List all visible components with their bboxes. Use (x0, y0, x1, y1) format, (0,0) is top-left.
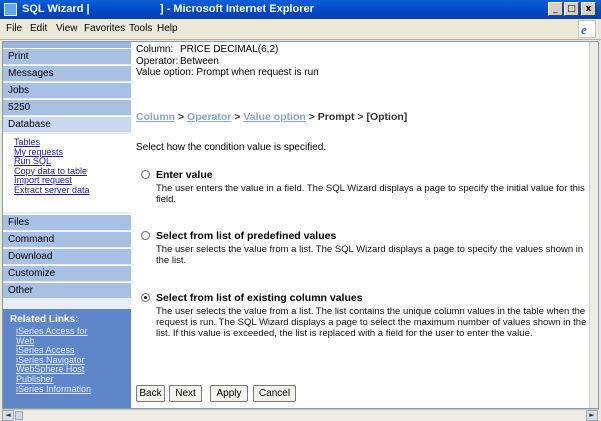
option-title[interactable]: Enter value (156, 169, 213, 181)
close-button[interactable]: x (581, 2, 596, 16)
related-links-title: Related Links: (10, 314, 79, 325)
sidebar-item-files[interactable]: Files (3, 214, 131, 230)
breadcrumb-separator: > (231, 111, 244, 123)
window-title: SQL Wizard | ] - Microsoft Internet Expl… (22, 3, 314, 15)
menu-tools[interactable]: Tools (129, 23, 152, 34)
option-enter-value: Enter value The user enters the value in… (141, 169, 591, 219)
condition-info: Column: PRICE DECIMAL(6,2) Operator: Betwe… (136, 44, 319, 79)
database-submenu: Tables My requests Run SQL Copy data to … (3, 134, 131, 212)
window-title-bar: SQL Wizard | ] - Microsoft Internet Expl… (0, 0, 601, 19)
sidebar-item-jobs[interactable]: Jobs (3, 82, 131, 98)
breadcrumb-value-option[interactable]: Value option (243, 111, 305, 123)
ie-logo-icon: e (578, 20, 596, 38)
column-value: PRICE DECIMAL(6,2) (180, 44, 279, 55)
breadcrumb-operator[interactable]: Operator (187, 111, 231, 123)
sidebar-item-database[interactable]: Database (3, 116, 131, 132)
radio-enter-value[interactable] (141, 170, 150, 179)
sidebar-item-messages[interactable]: Messages (3, 65, 131, 81)
sidebar-item-download[interactable]: Download (3, 248, 131, 264)
breadcrumb-column[interactable]: Column (136, 111, 175, 123)
menu-view[interactable]: View (56, 23, 78, 34)
breadcrumb-separator: > (305, 111, 318, 123)
radio-predefined-values[interactable] (141, 231, 150, 240)
operator-value: Between (180, 55, 219, 67)
page-frame: Print Messages Jobs 5250 Database Tables… (2, 41, 599, 409)
option-description: The user selects the value from a list. … (156, 306, 587, 339)
horizontal-scrollbar[interactable]: ◄ ► (2, 409, 599, 421)
option-predefined-values: Select from list of predefined values Th… (141, 230, 591, 280)
column-label: Column: (136, 44, 174, 55)
sidebar-item-command[interactable]: Command (3, 231, 131, 247)
sidebar-item-customize[interactable]: Customize (3, 265, 131, 281)
minimize-button[interactable]: _ (548, 2, 563, 16)
sidebar: Print Messages Jobs 5250 Database Tables… (3, 42, 131, 408)
back-button[interactable]: Back (136, 385, 165, 402)
option-existing-column-values: Select from list of existing column valu… (141, 292, 591, 362)
related-links-panel: Related Links: iSeries Access for Web iS… (3, 309, 131, 408)
vertical-scrollbar[interactable] (589, 42, 598, 408)
scroll-thumb[interactable] (15, 411, 23, 420)
menu-help[interactable]: Help (157, 23, 178, 34)
menu-favorites[interactable]: Favorites (84, 23, 125, 34)
value-option-text: Value option: Prompt when request is run (136, 67, 319, 78)
breadcrumb: Column > Operator > Value option > Promp… (136, 111, 407, 123)
breadcrumb-current: Prompt > [Option] (317, 111, 408, 123)
option-description: The user selects the value from a list. … (156, 244, 584, 266)
operator-label: Operator: (136, 55, 179, 67)
menu-file[interactable]: File (6, 23, 22, 34)
sidebar-item-other[interactable]: Other (3, 282, 131, 298)
option-description: The user enters the value in a field. Th… (156, 183, 585, 205)
cancel-button[interactable]: Cancel (253, 385, 296, 402)
option-title[interactable]: Select from list of predefined values (156, 230, 336, 242)
breadcrumb-separator: > (175, 111, 188, 123)
restore-button[interactable]: □ (564, 2, 579, 16)
sidebar-item-print[interactable]: Print (3, 48, 131, 64)
link-extract-server-data[interactable]: Extract server data (3, 185, 131, 196)
radio-existing-column-values[interactable] (141, 293, 150, 302)
sidebar-item-5250[interactable]: 5250 (3, 99, 131, 115)
option-title[interactable]: Select from list of existing column valu… (156, 292, 363, 304)
main-content: Column: PRICE DECIMAL(6,2) Operator: Betwe… (131, 42, 589, 408)
next-button[interactable]: Next (169, 385, 202, 402)
scroll-right-arrow-icon[interactable]: ► (586, 410, 598, 421)
ie-app-icon[interactable] (4, 3, 17, 16)
menu-bar: File Edit View Favorites Tools Help e (0, 19, 601, 40)
related-link[interactable]: iSeries Information (10, 384, 131, 395)
intro-text: Select how the condition value is specif… (136, 142, 327, 153)
menu-edit[interactable]: Edit (30, 23, 47, 34)
scroll-left-arrow-icon[interactable]: ◄ (2, 410, 14, 421)
apply-button[interactable]: Apply (210, 385, 248, 402)
